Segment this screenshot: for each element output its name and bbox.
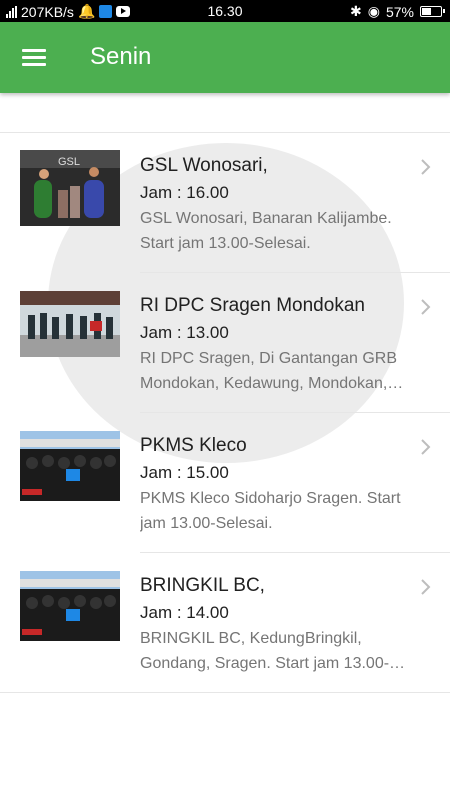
chevron-right-icon — [421, 299, 431, 315]
page-title: Senin — [90, 43, 152, 70]
event-description: BRINGKIL BC, KedungBringkil, Gondang, Sr… — [140, 626, 430, 676]
event-thumbnail: GSL — [20, 150, 120, 226]
event-name: RI DPC Sragen Mondokan — [140, 295, 365, 316]
event-thumbnail — [20, 571, 120, 647]
notification-bell-icon: 🔔 — [77, 3, 96, 19]
event-description: PKMS Kleco Sidoharjo Sragen. Start jam 1… — [140, 486, 430, 536]
description-line: PKMS Kleco Sidoharjo Sragen. Start — [140, 490, 401, 507]
signal-icon — [6, 5, 17, 18]
list-item[interactable]: GSL GSL Wonosari, Jam : 16.00 GSL Wonosa… — [0, 133, 450, 273]
app-bar: Senin — [0, 22, 450, 93]
network-speed: 207KB/s — [21, 3, 74, 20]
description-line: jam 13.00-Selesai. — [140, 515, 273, 532]
status-bar: 207KB/s 🔔 16.30 ✱ ◉ 57% — [0, 0, 450, 22]
status-left: 207KB/s 🔔 — [6, 3, 131, 20]
hamburger-menu-icon[interactable] — [22, 48, 48, 68]
wifi-icon — [99, 5, 113, 18]
list-item[interactable]: PKMS Kleco Jam : 15.00 PKMS Kleco Sidoha… — [0, 413, 450, 553]
event-thumbnail — [20, 291, 120, 367]
divider — [0, 692, 450, 693]
event-thumbnail — [20, 431, 120, 507]
description-line: Mondokan, Kedawung, Mondokan,… — [140, 375, 404, 392]
description-line: Gondang, Sragen. Start jam 13.00-… — [140, 655, 406, 672]
event-time: Jam : 16.00 — [140, 183, 229, 202]
list-item[interactable]: BRINGKIL BC, Jam : 14.00 BRINGKIL BC, Ke… — [0, 553, 450, 693]
eye-icon: ◉ — [367, 3, 380, 19]
description-line: BRINGKIL BC, KedungBringkil, — [140, 630, 362, 647]
youtube-icon — [116, 6, 131, 17]
battery-percent: 57% — [385, 3, 414, 20]
event-description: GSL Wonosari, Banaran Kalijambe. Start j… — [140, 206, 430, 256]
clock: 16.30 — [207, 3, 243, 19]
event-time: Jam : 15.00 — [140, 463, 229, 482]
event-list: GSL GSL Wonosari, Jam : 16.00 GSL Wonosa… — [0, 132, 450, 693]
chevron-right-icon — [421, 159, 431, 175]
event-time: Jam : 14.00 — [140, 603, 229, 622]
chevron-right-icon — [421, 439, 431, 455]
event-time: Jam : 13.00 — [140, 323, 229, 342]
description-line: RI DPC Sragen, Di Gantangan GRB — [140, 350, 398, 367]
event-description: RI DPC Sragen, Di Gantangan GRB Mondokan… — [140, 346, 430, 396]
description-line: Start jam 13.00-Selesai. — [140, 235, 311, 252]
event-name: GSL Wonosari, — [140, 155, 268, 176]
event-name: PKMS Kleco — [140, 435, 247, 456]
bluetooth-icon: ✱ — [350, 3, 362, 19]
chevron-right-icon — [421, 579, 431, 595]
event-name: BRINGKIL BC, — [140, 575, 265, 596]
description-line: GSL Wonosari, Banaran Kalijambe. — [140, 210, 392, 227]
svg-text:GSL: GSL — [58, 156, 80, 168]
list-item[interactable]: RI DPC Sragen Mondokan Jam : 13.00 RI DP… — [0, 273, 450, 413]
status-right: ✱ ◉ 57% — [350, 3, 445, 20]
battery-icon — [420, 6, 445, 17]
